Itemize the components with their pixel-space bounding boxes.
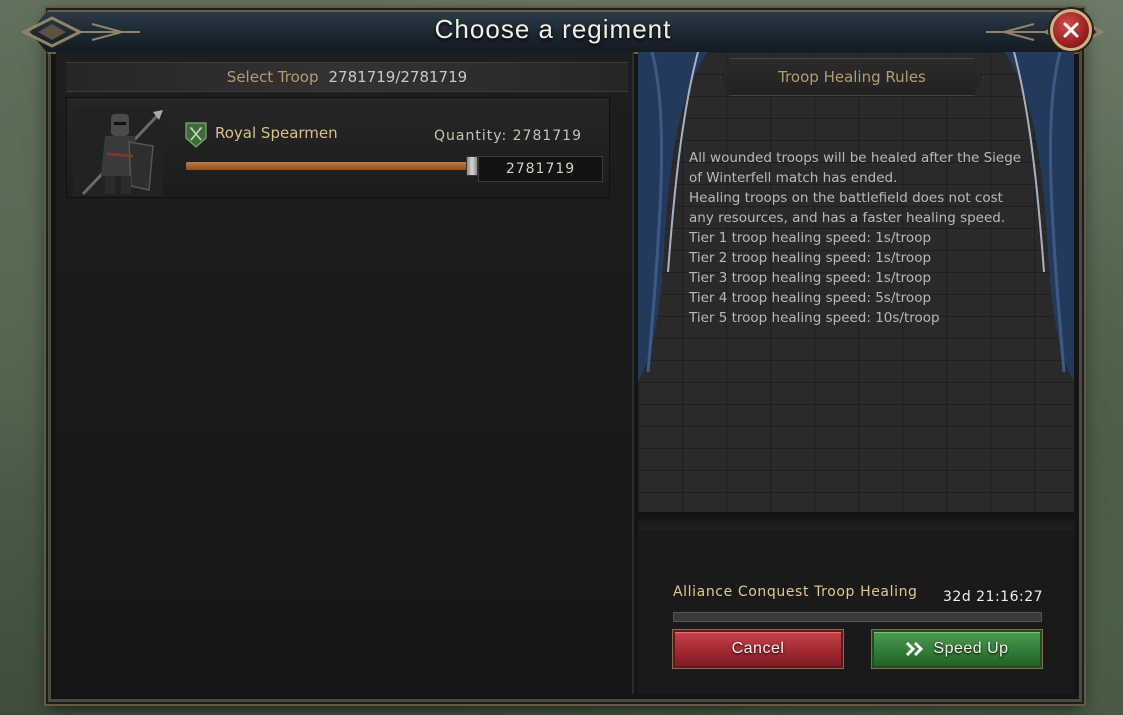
rules-line: Tier 2 troop healing speed: 1s/troop (689, 250, 932, 266)
quantity-label: Quantity: 2781719 (434, 128, 582, 144)
rules-line: any resources, and has a faster healing … (689, 210, 1006, 226)
dialog-title: Choose a regiment (434, 14, 672, 44)
rules-line: of Winterfell match has ended. (689, 170, 898, 186)
rules-panel: Troop Healing Rules All wounded troops w… (638, 52, 1074, 694)
troop-row[interactable]: Royal Spearmen Quantity: 2781719 (66, 97, 610, 198)
speed-up-button[interactable]: Speed Up (872, 630, 1042, 668)
slider-fill (186, 162, 472, 170)
rules-line: Tier 4 troop healing speed: 5s/troop (689, 290, 932, 306)
rules-title: Troop Healing Rules (778, 68, 926, 86)
rules-line: Tier 1 troop healing speed: 1s/troop (689, 230, 932, 246)
select-troop-header: Select Troop 2781719/2781719 (66, 62, 628, 92)
select-troop-count: 2781719/2781719 (328, 68, 468, 86)
stage-floor (638, 512, 1074, 530)
rules-line: Healing troops on the battlefield does n… (689, 190, 1003, 206)
select-troop-label: Select Troop (226, 68, 319, 86)
rules-text: All wounded troops will be healed after … (689, 148, 1029, 328)
slider-handle[interactable] (466, 156, 478, 176)
rules-title-box: Troop Healing Rules (720, 58, 984, 96)
close-icon (1063, 22, 1079, 38)
healing-timer: 32d 21:16:27 (943, 589, 1044, 605)
cancel-label: Cancel (731, 640, 785, 657)
spear-badge-icon (185, 122, 207, 148)
quantity-input[interactable] (478, 156, 603, 182)
close-button[interactable] (1050, 9, 1092, 51)
troop-select-panel: Select Troop 2781719/2781719 Royal Spear… (56, 52, 634, 694)
healing-label: Alliance Conquest Troop Healing (673, 584, 918, 600)
rules-line: All wounded troops will be healed after … (689, 150, 1022, 166)
rules-line: Tier 5 troop healing speed: 10s/troop (689, 310, 940, 326)
rules-stage: Troop Healing Rules All wounded troops w… (638, 52, 1074, 530)
double-chevron-icon (906, 641, 924, 657)
speed-up-label: Speed Up (933, 640, 1009, 657)
rules-line: Tier 3 troop healing speed: 1s/troop (689, 270, 932, 286)
troop-name: Royal Spearmen (215, 124, 338, 142)
spearman-portrait (73, 106, 163, 196)
quantity-slider[interactable] (186, 156, 478, 176)
healing-progress-bar (673, 612, 1042, 622)
cancel-button[interactable]: Cancel (673, 630, 843, 668)
